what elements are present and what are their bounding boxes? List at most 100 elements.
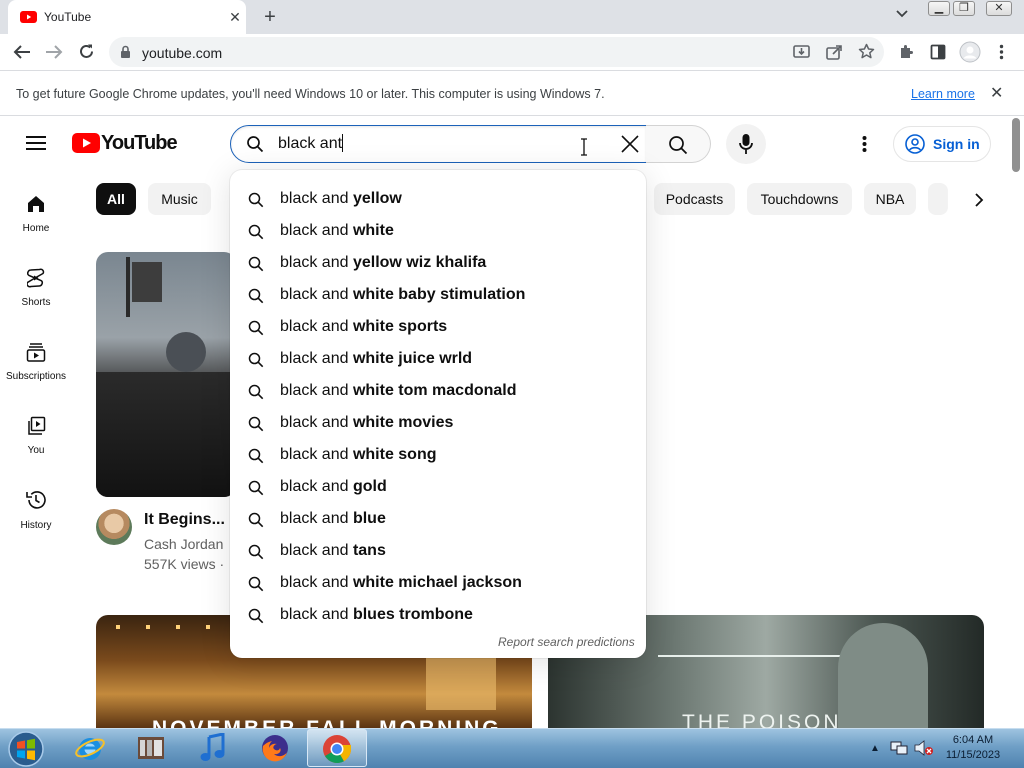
share-icon[interactable] [826,44,843,60]
sidebar-item-you[interactable]: You [0,410,72,460]
suggestion-prefix: black and [280,606,349,623]
tab-close-icon[interactable]: ✕ [226,8,244,26]
music-note-icon[interactable] [199,733,227,763]
sidebar-label-you: You [27,445,45,456]
video-title[interactable]: It Begins... N [144,511,241,529]
volume-muted-icon[interactable] [914,740,934,756]
site-info-lock-icon[interactable] [120,45,131,59]
windows-start-orb-icon[interactable] [6,730,46,768]
chip-all[interactable]: All [96,183,136,215]
hamburger-menu-icon[interactable] [26,135,46,151]
youtube-logo-text[interactable]: YouTube [101,132,178,155]
video-views: 557K views · [144,556,225,572]
extensions-puzzle-icon[interactable] [898,44,914,60]
search-suggestion-item[interactable]: black and white baby stimulation [230,280,646,312]
install-app-icon[interactable] [793,44,810,60]
restore-button[interactable]: ❐ [953,1,975,16]
firefox-icon[interactable] [259,732,291,764]
report-search-predictions-link[interactable]: Report search predictions [498,635,635,649]
sidebar-item-home[interactable]: Home [0,188,72,238]
youtube-logo-icon[interactable] [72,133,100,153]
learn-more-link[interactable]: Learn more [911,87,975,101]
search-suggestion-item[interactable]: black and white [230,216,646,248]
search-button[interactable] [646,125,711,163]
sidebar-item-shorts[interactable]: Shorts [0,262,72,312]
chip-podcasts[interactable]: Podcasts [654,183,735,215]
video-thumbnail[interactable] [96,252,236,497]
suggestion-search-icon [248,544,264,560]
search-suggestion-item[interactable]: black and yellow [230,184,646,216]
system-clock[interactable]: 6:04 AM 11/15/2023 [940,733,1006,763]
chrome-menu-kebab-icon[interactable] [999,44,1004,60]
profile-avatar-icon[interactable] [959,41,981,63]
chip-fade [946,178,1024,220]
search-suggestion-item[interactable]: black and white sports [230,312,646,344]
search-suggestion-item[interactable]: black and white tom macdonald [230,376,646,408]
chip-touchdowns[interactable]: Touchdowns [747,183,852,215]
infobar-close-icon[interactable]: ✕ [990,83,1003,103]
channel-avatar[interactable] [96,509,132,545]
forward-arrow-icon[interactable] [45,44,63,60]
side-panel-icon[interactable] [930,44,946,60]
suggestion-search-icon [248,608,264,624]
suggestion-completion: white [348,222,394,239]
suggestion-text: black and blues trombone [280,606,473,624]
thumbnail-shape [166,332,206,372]
new-tab-button[interactable]: + [258,6,282,28]
sidebar-item-subscriptions[interactable]: Subscriptions [0,336,72,386]
chip-nba[interactable]: NBA [864,183,916,215]
search-suggestion-item[interactable]: black and white movies [230,408,646,440]
search-query-text[interactable]: black ant [278,135,342,153]
search-suggestion-item[interactable]: black and blue [230,504,646,536]
search-suggestion-item[interactable]: black and white juice wrld [230,344,646,376]
suggestion-completion: white juice wrld [348,350,473,367]
reload-icon[interactable] [78,43,95,60]
search-suggestion-item[interactable]: black and tans [230,536,646,568]
home-icon [26,194,46,214]
search-suggestion-item[interactable]: black and yellow wiz khalifa [230,248,646,280]
chip-scroll-right-chevron-icon[interactable] [975,193,984,207]
suggestion-text: black and yellow wiz khalifa [280,254,486,272]
suggestion-text: black and white sports [280,318,447,336]
search-suggestion-item[interactable]: black and white michael jackson [230,568,646,600]
media-center-icon[interactable] [136,733,166,763]
suggestion-text: black and white juice wrld [280,350,472,368]
taskbar-chrome-button[interactable] [307,729,367,767]
thumbnail-caption: NOVEMBER FALL MORNING [152,717,502,728]
internet-explorer-icon[interactable] [74,732,106,764]
network-icon[interactable] [890,740,908,756]
suggestion-search-icon [248,576,264,592]
tab-search-chevron-icon[interactable] [896,10,908,18]
address-bar[interactable] [109,37,884,67]
search-suggestion-item[interactable]: black and gold [230,472,646,504]
search-suggestion-item[interactable]: black and white song [230,440,646,472]
show-hidden-icons-arrow-icon[interactable]: ▲ [870,743,880,754]
tab-youtube[interactable]: YouTube ✕ [8,0,246,34]
chip-truncated[interactable] [928,183,948,215]
microphone-icon [739,133,753,155]
minimize-button[interactable]: ▁ [928,1,950,16]
search-suggestion-item[interactable]: black and blues trombone [230,600,646,632]
channel-name[interactable]: Cash Jordan [144,536,223,552]
shorts-icon [27,268,45,288]
clear-search-icon[interactable] [620,134,640,154]
settings-kebab-icon[interactable] [862,135,867,153]
voice-search-button[interactable] [726,124,766,164]
suggestion-text: black and white [280,222,394,240]
suggestion-prefix: black and [280,446,349,463]
chip-music[interactable]: Music [148,183,211,215]
bookmark-star-icon[interactable] [858,43,875,60]
search-input-magnifier-icon [246,135,264,153]
back-arrow-icon[interactable] [13,44,31,60]
suggestion-completion: tans [348,542,386,559]
page-scrollbar-thumb[interactable] [1012,118,1020,172]
suggestion-search-icon [248,256,264,272]
suggestion-search-icon [248,224,264,240]
sidebar-item-history[interactable]: History [0,484,72,534]
search-suggestions-dropdown: black and yellow black and white black and… [230,170,646,658]
suggestion-search-icon [248,352,264,368]
close-window-button[interactable]: ✕ [986,1,1012,16]
account-circle-icon [905,134,925,154]
suggestion-completion: white michael jackson [348,574,522,591]
thumbnail-crowd [96,372,236,497]
